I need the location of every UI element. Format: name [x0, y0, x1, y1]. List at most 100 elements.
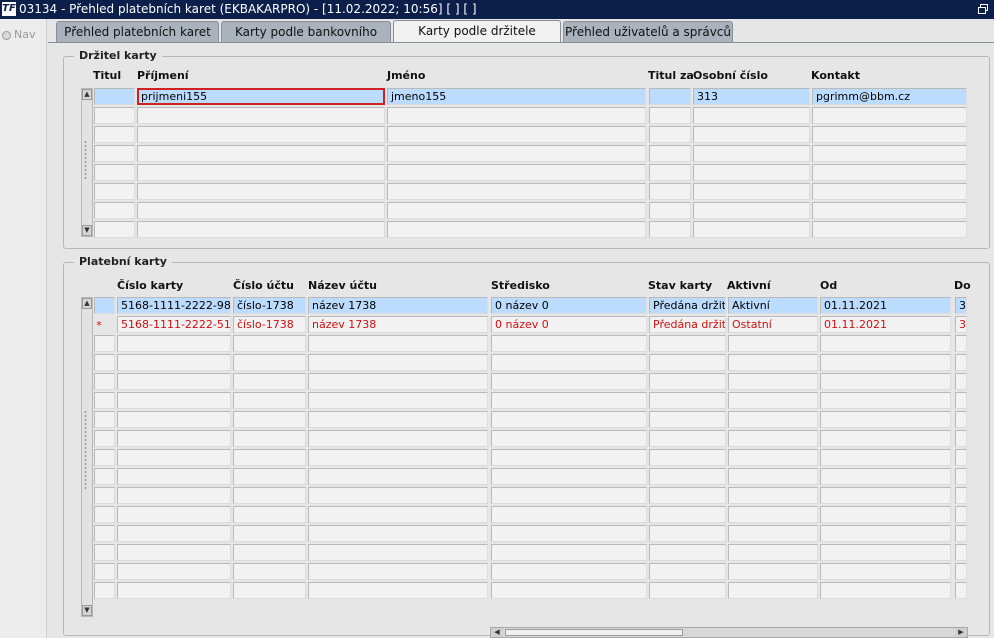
cards-vertical-scrollbar[interactable]: ▲ ▼: [81, 297, 93, 617]
cards-field-nazev-uctu[interactable]: [308, 582, 488, 599]
holder-field-prijmeni[interactable]: [137, 164, 385, 181]
holder-field-jmeno[interactable]: [387, 221, 646, 238]
holder-field-prijmeni[interactable]: prijmeni155: [137, 88, 385, 105]
cards-field-cislo-karty[interactable]: 5168-1111-2222-5168: [117, 316, 231, 333]
cards-field-od[interactable]: [820, 430, 951, 447]
cards-field-od[interactable]: [820, 487, 951, 504]
cards-field-cislo-karty[interactable]: [117, 392, 231, 409]
cards-field-do[interactable]: [955, 373, 967, 390]
row-selector[interactable]: [94, 335, 115, 352]
cards-field-stav-karty[interactable]: Předána držiteli: [649, 316, 726, 333]
cards-field-od[interactable]: [820, 525, 951, 542]
row-selector[interactable]: [94, 354, 115, 371]
row-selector[interactable]: [94, 487, 115, 504]
holder-field-osobni-cislo[interactable]: 313: [693, 88, 810, 105]
cards-field-cislo-uctu[interactable]: [233, 525, 306, 542]
holder-field-jmeno[interactable]: [387, 202, 646, 219]
cards-field-stav-karty[interactable]: [649, 468, 726, 485]
cards-field-stav-karty[interactable]: [649, 449, 726, 466]
cards-field-do[interactable]: [955, 430, 967, 447]
holder-field-titul-za[interactable]: [649, 221, 691, 238]
holder-field-jmeno[interactable]: [387, 145, 646, 162]
cards-field-cislo-uctu[interactable]: [233, 563, 306, 580]
holder-field-kontakt[interactable]: [812, 221, 967, 238]
cards-field-aktivni[interactable]: [728, 544, 818, 561]
holder-vertical-scrollbar[interactable]: ▲ ▼: [81, 88, 93, 237]
cards-field-nazev-uctu[interactable]: [308, 411, 488, 428]
holder-field-titul-za[interactable]: [649, 164, 691, 181]
scroll-left-icon[interactable]: ◀: [491, 628, 503, 637]
cards-field-cislo-uctu[interactable]: [233, 449, 306, 466]
cards-field-stredisko[interactable]: [491, 506, 647, 523]
row-selector[interactable]: [94, 430, 115, 447]
cards-field-nazev-uctu[interactable]: [308, 354, 488, 371]
cards-field-nazev-uctu[interactable]: [308, 487, 488, 504]
cards-field-cislo-uctu[interactable]: [233, 335, 306, 352]
holder-field-titul-za[interactable]: [649, 107, 691, 124]
holder-field-kontakt[interactable]: [812, 107, 967, 124]
cards-field-stredisko[interactable]: 0 název 0: [491, 316, 647, 333]
row-selector[interactable]: [94, 373, 115, 390]
row-selector[interactable]: [94, 392, 115, 409]
cards-field-od[interactable]: [820, 468, 951, 485]
holder-field-kontakt[interactable]: [812, 164, 967, 181]
cards-field-cislo-karty[interactable]: [117, 487, 231, 504]
cards-field-od[interactable]: 01.11.2021: [820, 297, 951, 314]
cards-field-stav-karty[interactable]: [649, 582, 726, 599]
cards-field-do[interactable]: [955, 487, 967, 504]
holder-field-jmeno[interactable]: [387, 126, 646, 143]
cards-field-stav-karty[interactable]: [649, 506, 726, 523]
cards-field-nazev-uctu[interactable]: název 1738: [308, 297, 488, 314]
row-selector[interactable]: [94, 544, 115, 561]
cards-field-od[interactable]: [820, 411, 951, 428]
cards-field-cislo-uctu[interactable]: [233, 468, 306, 485]
holder-field-titul[interactable]: [94, 202, 135, 219]
cards-field-do[interactable]: [955, 506, 967, 523]
cards-field-aktivni[interactable]: [728, 335, 818, 352]
cards-field-cislo-uctu[interactable]: [233, 430, 306, 447]
cards-field-do[interactable]: [955, 354, 967, 371]
holder-field-jmeno[interactable]: [387, 164, 646, 181]
cards-field-od[interactable]: [820, 582, 951, 599]
holder-field-kontakt[interactable]: pgrimm@bbm.cz: [812, 88, 967, 105]
holder-field-osobni-cislo[interactable]: [693, 107, 810, 124]
cards-field-stav-karty[interactable]: Předána držiteli: [649, 297, 726, 314]
row-selector[interactable]: [94, 297, 115, 314]
nav-radio[interactable]: [2, 31, 11, 40]
cards-field-cislo-karty[interactable]: [117, 582, 231, 599]
cards-field-cislo-karty[interactable]: [117, 354, 231, 371]
cards-field-nazev-uctu[interactable]: [308, 430, 488, 447]
holder-field-kontakt[interactable]: [812, 145, 967, 162]
holder-field-titul-za[interactable]: [649, 145, 691, 162]
row-selector[interactable]: [94, 525, 115, 542]
cards-field-od[interactable]: [820, 354, 951, 371]
cards-field-do[interactable]: [955, 582, 967, 599]
cards-field-cislo-karty[interactable]: [117, 525, 231, 542]
cards-field-od[interactable]: [820, 563, 951, 580]
cards-field-cislo-uctu[interactable]: [233, 506, 306, 523]
cards-field-od[interactable]: [820, 392, 951, 409]
holder-field-titul-za[interactable]: [649, 126, 691, 143]
scroll-thumb[interactable]: [505, 629, 683, 636]
cards-field-stav-karty[interactable]: [649, 487, 726, 504]
cards-field-nazev-uctu[interactable]: [308, 373, 488, 390]
cards-field-cislo-uctu[interactable]: [233, 373, 306, 390]
row-selector[interactable]: [94, 449, 115, 466]
cards-field-cislo-karty[interactable]: [117, 468, 231, 485]
cards-field-stredisko[interactable]: [491, 544, 647, 561]
cards-field-nazev-uctu[interactable]: [308, 525, 488, 542]
holder-field-kontakt[interactable]: [812, 202, 967, 219]
holder-field-titul-za[interactable]: [649, 183, 691, 200]
cards-field-stredisko[interactable]: [491, 449, 647, 466]
cards-field-cislo-karty[interactable]: 5168-1111-2222-9854: [117, 297, 231, 314]
cards-field-od[interactable]: [820, 506, 951, 523]
cards-field-od[interactable]: [820, 335, 951, 352]
cards-field-cislo-uctu[interactable]: [233, 354, 306, 371]
holder-field-jmeno[interactable]: [387, 107, 646, 124]
cards-field-do[interactable]: [955, 392, 967, 409]
cards-field-cislo-karty[interactable]: [117, 449, 231, 466]
cards-field-aktivni[interactable]: [728, 430, 818, 447]
cards-field-do[interactable]: [955, 563, 967, 580]
cards-field-cislo-karty[interactable]: [117, 544, 231, 561]
cards-field-cislo-uctu[interactable]: [233, 411, 306, 428]
